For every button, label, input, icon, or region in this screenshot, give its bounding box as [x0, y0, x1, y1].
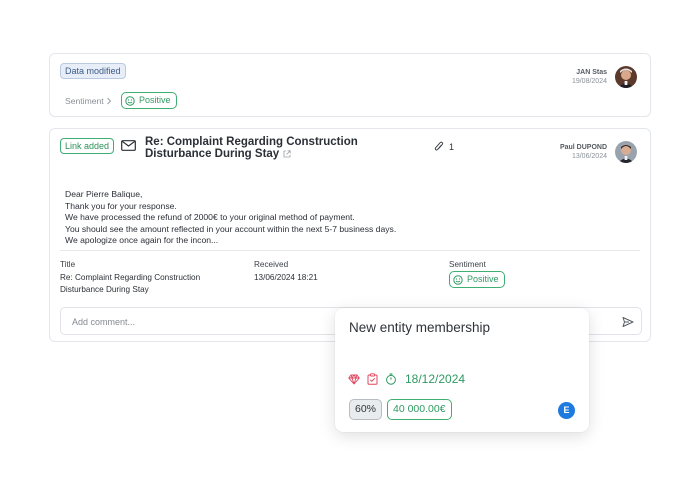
- sentiment-positive-badge: Positive: [121, 92, 177, 109]
- email-body-line: Thank you for your response.: [65, 200, 177, 211]
- sentiment-field[interactable]: Sentiment: [65, 96, 112, 106]
- email-body-line: We have processed the refund of 2000€ to…: [65, 212, 355, 222]
- sentiment-value: Positive: [139, 95, 171, 105]
- paperclip-icon: [434, 141, 444, 151]
- external-link-icon[interactable]: [283, 150, 291, 158]
- amount-badge: 40 000.00€: [387, 399, 452, 420]
- email-body-line: Dear Pierre Balique,: [65, 189, 143, 199]
- avatar[interactable]: [615, 66, 637, 88]
- email-body-line: You should see the amount reflected in y…: [65, 223, 397, 234]
- activity-card-data-modified: Data modified Sentiment Positive JAN Sta…: [49, 53, 651, 117]
- popup-status-row: 18/12/2024: [348, 372, 465, 386]
- popup-date: 18/12/2024: [405, 372, 466, 386]
- email-body-line: We apologize once again for the incon...: [65, 235, 219, 245]
- gem-icon: [348, 374, 360, 384]
- received-value: 13/06/2024 18:21: [254, 273, 318, 282]
- author-info: Paul DUPOND 13/06/2024: [560, 143, 607, 161]
- attachment-count: 1: [449, 142, 455, 152]
- divider: [60, 250, 640, 251]
- email-body: Dear Pierre Balique, Thank you for your …: [65, 189, 396, 247]
- clipboard-check-icon: [367, 373, 378, 385]
- popup-title: New entity membership: [349, 320, 491, 335]
- entity-membership-popup[interactable]: New entity membership 18/12/2024 60% 40 …: [335, 308, 589, 432]
- comment-placeholder: Add comment...: [72, 317, 136, 327]
- sentiment-value: Positive: [467, 274, 499, 284]
- author-name: JAN Stas: [576, 69, 607, 76]
- email-subject[interactable]: Re: Complaint Regarding Construction Dis…: [145, 136, 425, 160]
- author-date: 13/06/2024: [571, 153, 607, 160]
- sentiment-positive-badge: Positive: [449, 271, 505, 288]
- title-value: Re: Complaint Regarding Construction Dis…: [60, 273, 201, 294]
- sentiment-label: Sentiment: [449, 260, 486, 269]
- author-info: JAN Stas 19/08/2024: [572, 68, 607, 86]
- received-label: Received: [254, 260, 289, 269]
- smile-icon: [125, 95, 135, 106]
- author-name: Paul DUPOND: [559, 144, 607, 151]
- entity-avatar[interactable]: E: [558, 402, 575, 419]
- email-subject-text: Re: Complaint Regarding Construction Dis…: [145, 136, 358, 160]
- smile-icon: [453, 274, 463, 285]
- probability-badge: 60%: [349, 399, 383, 420]
- data-modified-tag: Data modified: [60, 63, 126, 79]
- sentiment-label: Sentiment: [65, 96, 104, 106]
- attachments[interactable]: 1: [434, 141, 454, 153]
- link-added-tag: Link added: [60, 138, 115, 154]
- chevron-right-icon: [106, 97, 111, 105]
- avatar[interactable]: [615, 141, 637, 163]
- title-label: Title: [60, 260, 76, 269]
- mail-icon: [121, 140, 136, 151]
- send-icon[interactable]: [622, 316, 634, 328]
- timer-icon: [386, 373, 396, 385]
- author-date: 19/08/2024: [571, 78, 607, 85]
